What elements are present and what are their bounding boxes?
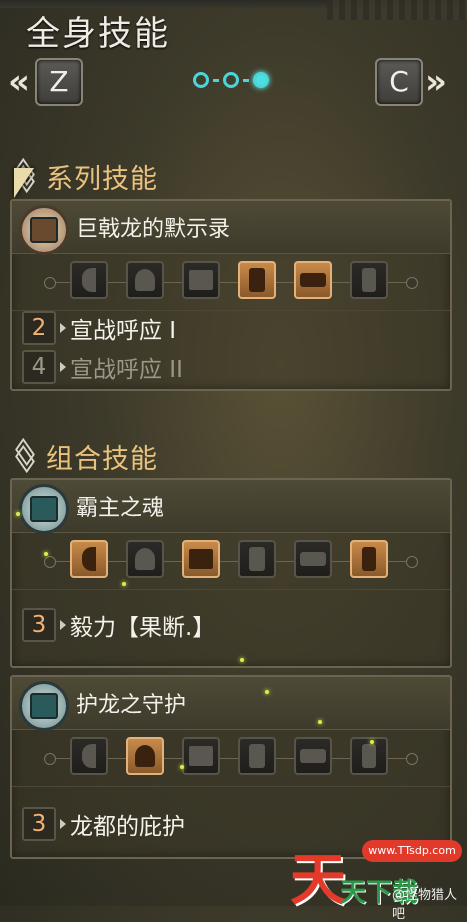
skill-text: 宣战呼应 II: [70, 357, 183, 383]
firefly-spark: [318, 720, 322, 724]
skill-row: 3 毅力【果断.】: [22, 608, 215, 642]
next-key-button[interactable]: C: [375, 58, 423, 106]
equipment-slot-row: [12, 254, 450, 311]
page-dot: [223, 72, 239, 88]
page-dot-active: [253, 72, 269, 88]
helm-icon: [126, 261, 164, 299]
combo-skills-heading: 组合技能: [10, 437, 158, 476]
claw-icon: [70, 737, 108, 775]
firefly-spark: [122, 582, 126, 586]
chest-icon: [182, 737, 220, 775]
firefly-spark: [370, 740, 374, 744]
skill-name: 霸主之魂: [76, 496, 165, 521]
arm-icon: [238, 540, 276, 578]
watermark-logo: 天: [290, 848, 346, 913]
skill-badge-icon: [16, 205, 69, 255]
equipment-slot-row: [12, 730, 450, 787]
decorative-pattern: [327, 0, 467, 20]
firefly-spark: [44, 552, 48, 556]
layers-icon: [10, 445, 38, 469]
equipment-slot-row: [12, 533, 450, 590]
helm-icon: [126, 737, 164, 775]
firefly-spark: [16, 512, 20, 516]
skill-text: 龙都的庇护: [70, 814, 185, 840]
leg-icon: [350, 261, 388, 299]
panel-header: 巨戟龙的默示录: [12, 201, 450, 255]
skill-row: 2 宣战呼应 I: [22, 311, 176, 345]
waist-icon: [294, 261, 332, 299]
skill-panel[interactable]: 巨戟龙的默示录 2 宣战呼应 I 4 宣战呼应 II: [10, 199, 452, 391]
helm-icon: [126, 540, 164, 578]
leg-icon: [350, 540, 388, 578]
panel-header: 霸主之魂: [12, 480, 450, 534]
watermark-credit: @怪物猎人吧: [392, 888, 458, 922]
arrow-right-icon: [60, 323, 66, 333]
skill-name: 巨戟龙的默示录: [76, 217, 231, 242]
cursor-icon: [14, 168, 34, 198]
next-page-arrow-icon[interactable]: »: [425, 62, 447, 102]
skill-text: 毅力【果断.】: [70, 615, 216, 641]
arrow-right-icon: [60, 819, 66, 829]
waist-icon: [294, 540, 332, 578]
skill-panel[interactable]: 霸主之魂 3 毅力【果断.】: [10, 478, 452, 668]
chest-icon: [182, 261, 220, 299]
arm-icon: [238, 737, 276, 775]
arm-icon: [238, 261, 276, 299]
claw-icon: [70, 261, 108, 299]
page-dot: [193, 72, 209, 88]
leg-icon: [350, 737, 388, 775]
skill-level: 3: [22, 608, 56, 642]
chest-icon: [182, 540, 220, 578]
skill-level: 2: [22, 311, 56, 345]
firefly-spark: [240, 658, 244, 662]
skill-name: 护龙之守护: [76, 693, 187, 718]
prev-page-arrow-icon[interactable]: «: [8, 62, 30, 102]
arrow-right-icon: [60, 620, 66, 630]
firefly-spark: [265, 690, 269, 694]
skill-badge-icon: [16, 681, 69, 731]
skill-text: 宣战呼应 I: [70, 318, 177, 344]
panel-header: 护龙之守护: [12, 677, 450, 731]
arrow-right-icon: [60, 362, 66, 372]
claw-icon: [70, 540, 108, 578]
skill-row: 3 龙都的庇护: [22, 807, 185, 841]
prev-key-button[interactable]: Z: [35, 58, 83, 106]
page-indicator: [193, 72, 269, 88]
firefly-spark: [180, 765, 184, 769]
waist-icon: [294, 737, 332, 775]
skill-level: 3: [22, 807, 56, 841]
skill-level: 4: [22, 350, 56, 384]
watermark-url: www.TTsdp.com: [362, 840, 462, 862]
skill-badge-icon: [16, 484, 69, 534]
page-title: 全身技能: [26, 14, 170, 54]
skill-panel[interactable]: 护龙之守护 3 龙都的庇护: [10, 675, 452, 859]
skill-row: 4 宣战呼应 II: [22, 350, 183, 384]
